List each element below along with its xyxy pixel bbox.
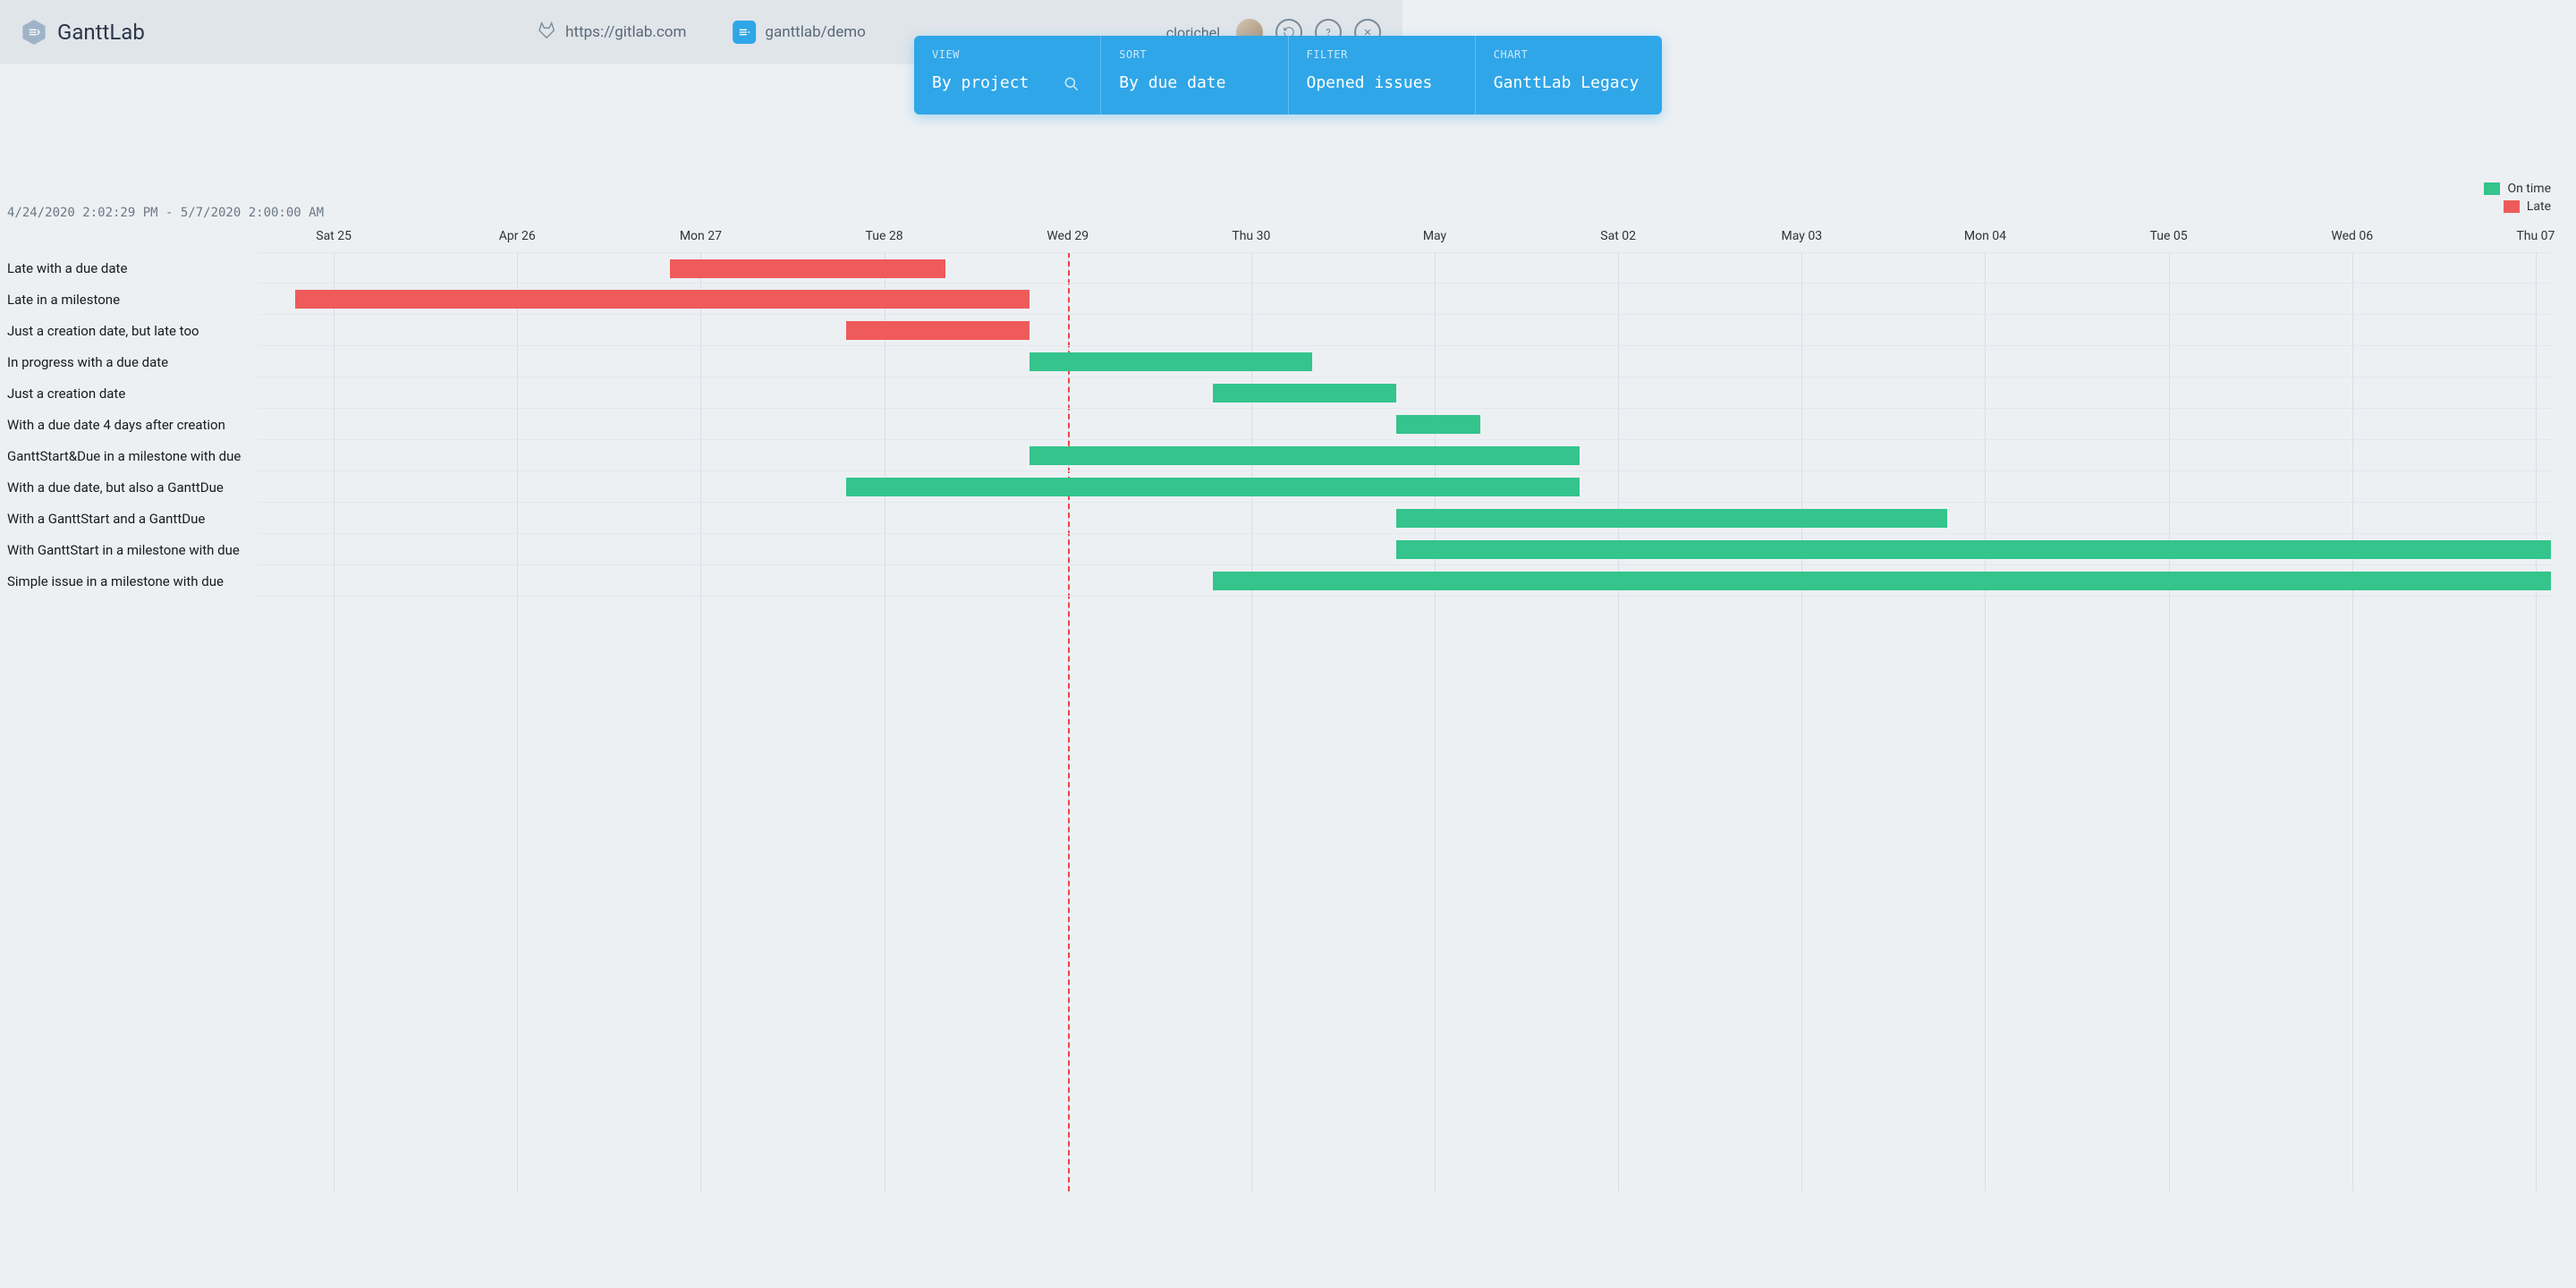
row-track [258,409,2551,440]
sort-label: SORT [1119,48,1269,61]
task-label[interactable]: Late with a due date [7,252,249,284]
filter-selector[interactable]: FILTER Opened issues [1289,36,1476,114]
column-label: Sat 25 [316,229,352,243]
row-track [258,252,2551,284]
legend: On time Late [2484,182,2551,217]
gantt-row: Just a creation date, but late too [7,315,2551,346]
task-bar[interactable] [846,321,1030,340]
column-label: Wed 29 [1046,229,1089,243]
date-range: 4/24/2020 2:02:29 PM - 5/7/2020 2:00:00 … [7,206,324,220]
column-label: Tue 28 [866,229,903,243]
task-bar[interactable] [1030,446,1580,465]
view-label: VIEW [932,48,1082,61]
column-label: May 03 [1782,229,1823,243]
column-label: Tue 05 [2150,229,2188,243]
row-track [258,440,2551,471]
project-icon [733,21,756,44]
task-bar[interactable] [1030,352,1312,371]
gantt-row: With a due date 4 days after creation [7,409,2551,440]
app-logo-icon [21,20,47,45]
gantt-row: With GanttStart in a milestone with due [7,534,2551,565]
task-label[interactable]: With a due date, but also a GanttDue [7,471,249,503]
logo-group[interactable]: GanttLab [21,20,145,45]
row-track [258,565,2551,597]
task-bar[interactable] [670,259,945,278]
swatch-late [2504,200,2520,213]
view-value: By project [932,73,1082,92]
task-label[interactable]: Just a creation date, but late too [7,315,249,346]
gitlab-icon [537,21,556,45]
legend-on-time: On time [2484,182,2551,196]
gantt-row: In progress with a due date [7,346,2551,377]
gantt-chart: On time Late 4/24/2020 2:02:29 PM - 5/7/… [7,179,2569,1281]
source-link[interactable]: https://gitlab.com [537,21,686,45]
row-track [258,377,2551,409]
gantt-row: With a GanttStart and a GanttDue [7,503,2551,534]
gantt-row: Just a creation date [7,377,2551,409]
gantt-row: With a due date, but also a GanttDue [7,471,2551,503]
chart-value: GanttLab Legacy [1494,73,1644,92]
column-label: Apr 26 [499,229,536,243]
row-track [258,346,2551,377]
column-label: Thu 07 [2516,229,2555,243]
gantt-row: GanttStart&Due in a milestone with due [7,440,2551,471]
row-track [258,284,2551,315]
header-center: https://gitlab.com ganttlab/demo [537,21,866,45]
gantt-row: Simple issue in a milestone with due [7,565,2551,597]
rows: Late with a due dateLate in a milestoneJ… [7,252,2551,597]
task-bar[interactable] [1213,572,2551,590]
task-label[interactable]: GanttStart&Due in a milestone with due [7,440,249,471]
task-bar[interactable] [1396,509,1946,528]
column-label: Sat 02 [1600,229,1636,243]
task-label[interactable]: Simple issue in a milestone with due [7,565,249,597]
task-bar[interactable] [846,478,1580,496]
row-track [258,503,2551,534]
gantt-row: Late with a due date [7,252,2551,284]
controls-bar: VIEW By project SORT By due date FILTER … [914,36,1662,114]
column-label: May [1423,229,1446,243]
task-label[interactable]: With a GanttStart and a GanttDue [7,503,249,534]
task-bar[interactable] [1396,415,1480,434]
swatch-on-time [2484,182,2500,195]
sort-value: By due date [1119,73,1269,92]
filter-label: FILTER [1307,48,1457,61]
column-label: Mon 27 [680,229,722,243]
filter-value: Opened issues [1307,73,1457,92]
row-track [258,315,2551,346]
column-label: Wed 06 [2331,229,2373,243]
task-bar[interactable] [1213,384,1396,402]
task-label[interactable]: In progress with a due date [7,346,249,377]
task-label[interactable]: Just a creation date [7,377,249,409]
chart-selector[interactable]: CHART GanttLab Legacy [1476,36,1662,114]
legend-late-label: Late [2527,199,2551,214]
chart-label: CHART [1494,48,1644,61]
app-name: GanttLab [57,20,145,45]
gantt-row: Late in a milestone [7,284,2551,315]
task-bar[interactable] [1396,540,2551,559]
legend-on-time-label: On time [2507,182,2551,196]
task-label[interactable]: With a due date 4 days after creation [7,409,249,440]
task-bar[interactable] [295,290,1030,309]
legend-late: Late [2484,199,2551,214]
view-selector[interactable]: VIEW By project [914,36,1101,114]
project-link[interactable]: ganttlab/demo [733,21,865,44]
source-url: https://gitlab.com [565,23,686,41]
row-track [258,471,2551,503]
column-label: Thu 30 [1232,229,1270,243]
column-label: Mon 04 [1964,229,2006,243]
project-path: ganttlab/demo [765,23,865,41]
row-track [258,534,2551,565]
task-label[interactable]: Late in a milestone [7,284,249,315]
task-label[interactable]: With GanttStart in a milestone with due [7,534,249,565]
search-icon [1063,75,1080,97]
sort-selector[interactable]: SORT By due date [1101,36,1288,114]
